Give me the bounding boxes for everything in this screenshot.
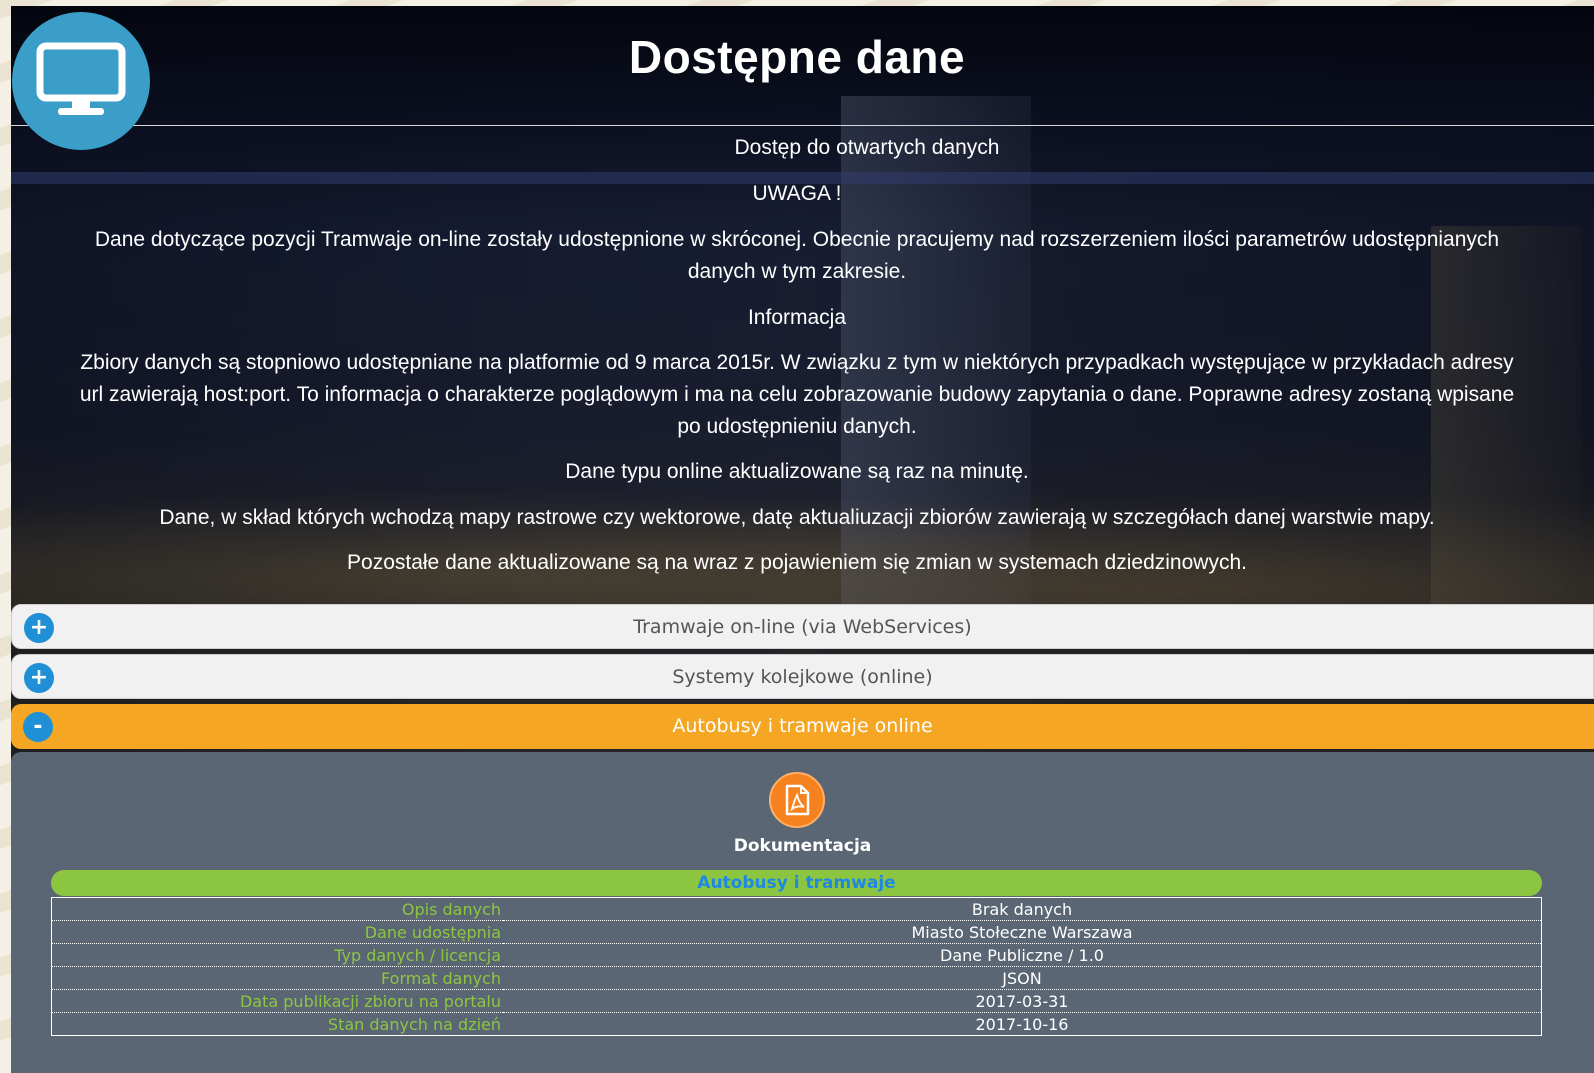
info-text-line2: url zawierają host:port. To informacja o… — [79, 383, 1515, 406]
info-heading: Informacja — [747, 306, 847, 329]
accordion-label: Systemy kolejkowe (online) — [672, 666, 933, 688]
dataset-section-title: Autobusy i tramwaje — [51, 870, 1542, 896]
table-row: Stan danych na dzień 2017-10-16 — [51, 1012, 1542, 1036]
accordion-label: Autobusy i tramwaje online — [672, 715, 933, 737]
accordion-tramwaje-online[interactable]: + Tramwaje on-line (via WebServices) — [11, 604, 1594, 649]
maps-update-note: Dane, w skład których wchodzą mapy rastr… — [159, 506, 1435, 529]
metadata-key: Format danych — [51, 966, 503, 990]
table-row: Format danych JSON — [51, 966, 1542, 990]
metadata-key: Typ danych / licencja — [51, 943, 503, 967]
table-row: Typ danych / licencja Dane Publiczne / 1… — [51, 943, 1542, 967]
documentation-button[interactable] — [769, 772, 825, 828]
metadata-key: Dane udostępnia — [51, 920, 503, 944]
pdf-icon — [785, 784, 810, 816]
table-row: Data publikacji zbioru na portalu 2017-0… — [51, 989, 1542, 1013]
metadata-value: 2017-03-31 — [503, 989, 1542, 1013]
metadata-value: Brak danych — [503, 897, 1542, 921]
accordion-detail-panel: Dokumentacja Autobusy i tramwaje Opis da… — [11, 752, 1594, 1073]
metadata-value: 2017-10-16 — [503, 1012, 1542, 1036]
monitor-icon — [36, 42, 126, 115]
accordion-autobusy-tramwaje[interactable]: - Autobusy i tramwaje online — [11, 704, 1594, 749]
table-row: Opis danych Brak danych — [51, 897, 1542, 921]
metadata-key: Data publikacji zbioru na portalu — [51, 989, 503, 1013]
online-update-note: Dane typu online aktualizowane są raz na… — [565, 460, 1029, 483]
accordion-systemy-kolejkowe[interactable]: + Systemy kolejkowe (online) — [11, 654, 1594, 699]
dataset-metadata-table: Opis danych Brak danych Dane udostępnia … — [51, 897, 1542, 1036]
metadata-value: Dane Publiczne / 1.0 — [503, 943, 1542, 967]
metadata-value: Miasto Stołeczne Warszawa — [503, 920, 1542, 944]
warning-heading: UWAGA ! — [752, 182, 842, 205]
metadata-key: Stan danych na dzień — [51, 1012, 503, 1036]
table-row: Dane udostępnia Miasto Stołeczne Warszaw… — [51, 920, 1542, 944]
page-subtitle: Dostęp do otwartych danych — [734, 136, 1000, 159]
warning-text-line2: danych w tym zakresie. — [687, 260, 907, 283]
info-text-line3: po udostępnieniu danych. — [677, 415, 917, 438]
header-divider — [11, 125, 1594, 126]
metadata-key: Opis danych — [51, 897, 503, 921]
monitor-logo[interactable] — [12, 12, 150, 150]
accordion-label: Tramwaje on-line (via WebServices) — [633, 616, 972, 638]
metadata-value: JSON — [503, 966, 1542, 990]
other-update-note: Pozostałe dane aktualizowane są na wraz … — [347, 551, 1247, 574]
page-title: Dostępne dane — [628, 31, 966, 83]
warning-text-line1: Dane dotyczące pozycji Tramwaje on-line … — [94, 228, 1500, 251]
info-text-line1: Zbiory danych są stopniowo udostępniane … — [80, 351, 1514, 374]
city-lights — [11, 476, 1594, 616]
documentation-label[interactable]: Dokumentacja — [11, 836, 1594, 856]
